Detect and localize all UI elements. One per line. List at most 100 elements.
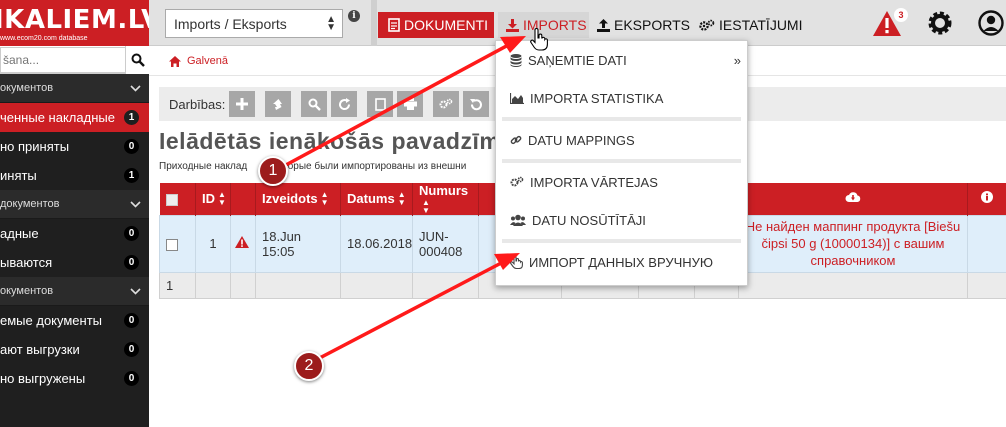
menu-item-data-senders[interactable]: DATU NOSŪTĪTĀJI <box>496 201 747 239</box>
count-badge: 0 <box>124 139 139 154</box>
refresh-button[interactable] <box>331 91 358 117</box>
menu-item-data-mappings[interactable]: DATU MAPPINGS <box>496 121 747 159</box>
sidebar-item-invoices[interactable]: адные 0 <box>0 219 149 248</box>
column-header-id[interactable]: ID ▲ ▼ <box>195 183 231 216</box>
settings-actions-button[interactable] <box>433 91 460 117</box>
logo-title: IKALIEM.LV <box>0 5 162 35</box>
upload-icon <box>597 18 610 32</box>
link-icon <box>510 135 522 145</box>
print-button[interactable] <box>397 91 424 117</box>
sidebar-item-processing[interactable]: ываются 0 <box>0 248 149 277</box>
sidebar-item-partially-accepted[interactable]: но приняты 0 <box>0 132 149 161</box>
imports-dropdown-menu: SAŅEMTIE DATI » IMPORTA STATISTIKA DATU … <box>495 40 748 286</box>
select-all-cell[interactable] <box>159 183 196 216</box>
search-button[interactable] <box>125 45 149 74</box>
warning-icon <box>235 236 249 249</box>
step-marker-1: 1 <box>258 156 288 186</box>
app-logo[interactable]: IKALIEM.LV www.ecom20.com database <box>0 0 162 46</box>
search-records-button[interactable] <box>301 91 328 117</box>
chevron-down-icon <box>130 84 141 92</box>
sort-icon: ▲▼ <box>320 190 329 208</box>
sidebar-item-label: емые документы <box>0 313 103 328</box>
settings-button[interactable] <box>927 10 953 39</box>
sidebar-section-label: окументов <box>0 82 54 94</box>
add-button[interactable] <box>229 91 256 117</box>
module-select[interactable]: Imports / Eksports ▲ ▼ <box>165 9 343 38</box>
nav-iestatijumi[interactable]: IESTATĪJUMI <box>699 12 802 38</box>
chevron-down-icon <box>130 287 141 295</box>
document-icon <box>388 18 400 32</box>
recycle-button[interactable] <box>265 91 292 117</box>
menu-item-received-data[interactable]: SAŅEMTIE DATI » <box>496 41 747 79</box>
sidebar-item-label: ченные накладные <box>0 110 115 125</box>
sidebar-item-exported[interactable]: но выгружены 0 <box>0 364 149 393</box>
user-menu-button[interactable] <box>978 10 1004 39</box>
cogs-icon <box>510 176 524 187</box>
history-button[interactable] <box>463 91 490 117</box>
export-file-button[interactable] <box>367 91 394 117</box>
select-all-checkbox[interactable] <box>165 193 178 206</box>
menu-item-label: DATU MAPPINGS <box>528 132 635 148</box>
alert-count-badge: 3 <box>894 8 908 22</box>
logo-subtitle: www.ecom20.com database <box>0 35 88 42</box>
column-header-download[interactable] <box>738 183 968 216</box>
row-created: 18.Jun 15:05 <box>262 228 302 259</box>
sidebar-item-label: но приняты <box>0 139 70 154</box>
sidebar-item-label: ают выгрузки <box>0 342 80 357</box>
sidebar-section-label: документов <box>0 198 60 210</box>
recycle-icon <box>272 98 282 110</box>
row-id-cell: 1 <box>195 214 231 273</box>
sidebar: IKALIEM.LV www.ecom20.com database окуме… <box>0 0 162 427</box>
sort-icon: ▲▼ <box>422 197 430 215</box>
cloud-download-icon <box>845 192 861 203</box>
column-header-info[interactable] <box>967 183 1006 216</box>
footer-cell <box>340 271 413 299</box>
row-id: 1 <box>209 236 217 252</box>
info-icon[interactable]: i <box>348 10 360 22</box>
print-icon <box>403 98 417 110</box>
sidebar-item-label: иняты <box>0 168 37 183</box>
column-header-datums[interactable]: Datums ▲ ▼ <box>340 183 413 216</box>
row-checkbox[interactable] <box>166 238 178 251</box>
menu-item-manual-import[interactable]: ИМПОРТ ДАННЫХ ВРУЧНУЮ <box>496 243 747 281</box>
file-icon <box>375 97 386 111</box>
cogs-icon <box>439 98 453 109</box>
sidebar-item-label: ываются <box>0 255 53 270</box>
sidebar-section-3[interactable]: окументов <box>0 277 149 306</box>
database-icon <box>510 53 522 67</box>
column-header-numurs[interactable]: Numurs▲ ▼ <box>412 183 479 216</box>
area-chart-icon <box>510 92 524 104</box>
sidebar-item-received[interactable]: ченные накладные 1 <box>0 103 149 132</box>
column-header-izveidots[interactable]: Izveidots ▲ ▼ <box>255 183 341 216</box>
search-icon <box>308 98 321 111</box>
row-select-cell[interactable] <box>159 214 196 273</box>
footer-count-cell: 1 <box>159 271 196 299</box>
user-icon <box>978 10 1004 36</box>
sidebar-item-exported-docs[interactable]: емые документы 0 <box>0 306 149 335</box>
sidebar-item-accepted[interactable]: иняты 1 <box>0 161 149 190</box>
nav-eksports[interactable]: EKSPORTS <box>597 12 690 38</box>
row-created-cell: 18.Jun 15:05 <box>255 214 341 273</box>
menu-item-label: ИМПОРТ ДАННЫХ ВРУЧНУЮ <box>529 254 714 270</box>
breadcrumb-home-link[interactable]: Galvenā <box>187 55 228 67</box>
menu-item-import-statistics[interactable]: IMPORTA STATISTIKA <box>496 79 747 117</box>
sidebar-item-awaiting-export[interactable]: ают выгрузки 0 <box>0 335 149 364</box>
history-icon <box>469 98 482 110</box>
sidebar-section-2[interactable]: документов <box>0 190 149 219</box>
sidebar-section-1[interactable]: окументов <box>0 74 149 103</box>
nav-dokumenti[interactable]: DOKUMENTI <box>378 12 494 38</box>
nav-imports[interactable]: IMPORTS <box>498 12 589 38</box>
sidebar-search-input[interactable] <box>0 46 125 73</box>
footer-cell <box>230 271 256 299</box>
column-header-label: Numurs <box>419 183 469 198</box>
alerts-button[interactable]: 3 <box>872 8 908 38</box>
info-circle-icon <box>981 191 993 204</box>
count-badge: 0 <box>124 313 139 328</box>
row-date: 18.06.2018 <box>347 236 413 252</box>
footer-cell <box>738 271 968 299</box>
footer-count: 1 <box>166 277 174 293</box>
count-badge: 1 <box>124 168 139 183</box>
sidebar-item-label: но выгружены <box>0 371 86 386</box>
menu-item-import-gateways[interactable]: IMPORTA VĀRTEJAS <box>496 163 747 201</box>
submenu-chevron-icon: » <box>733 53 741 68</box>
